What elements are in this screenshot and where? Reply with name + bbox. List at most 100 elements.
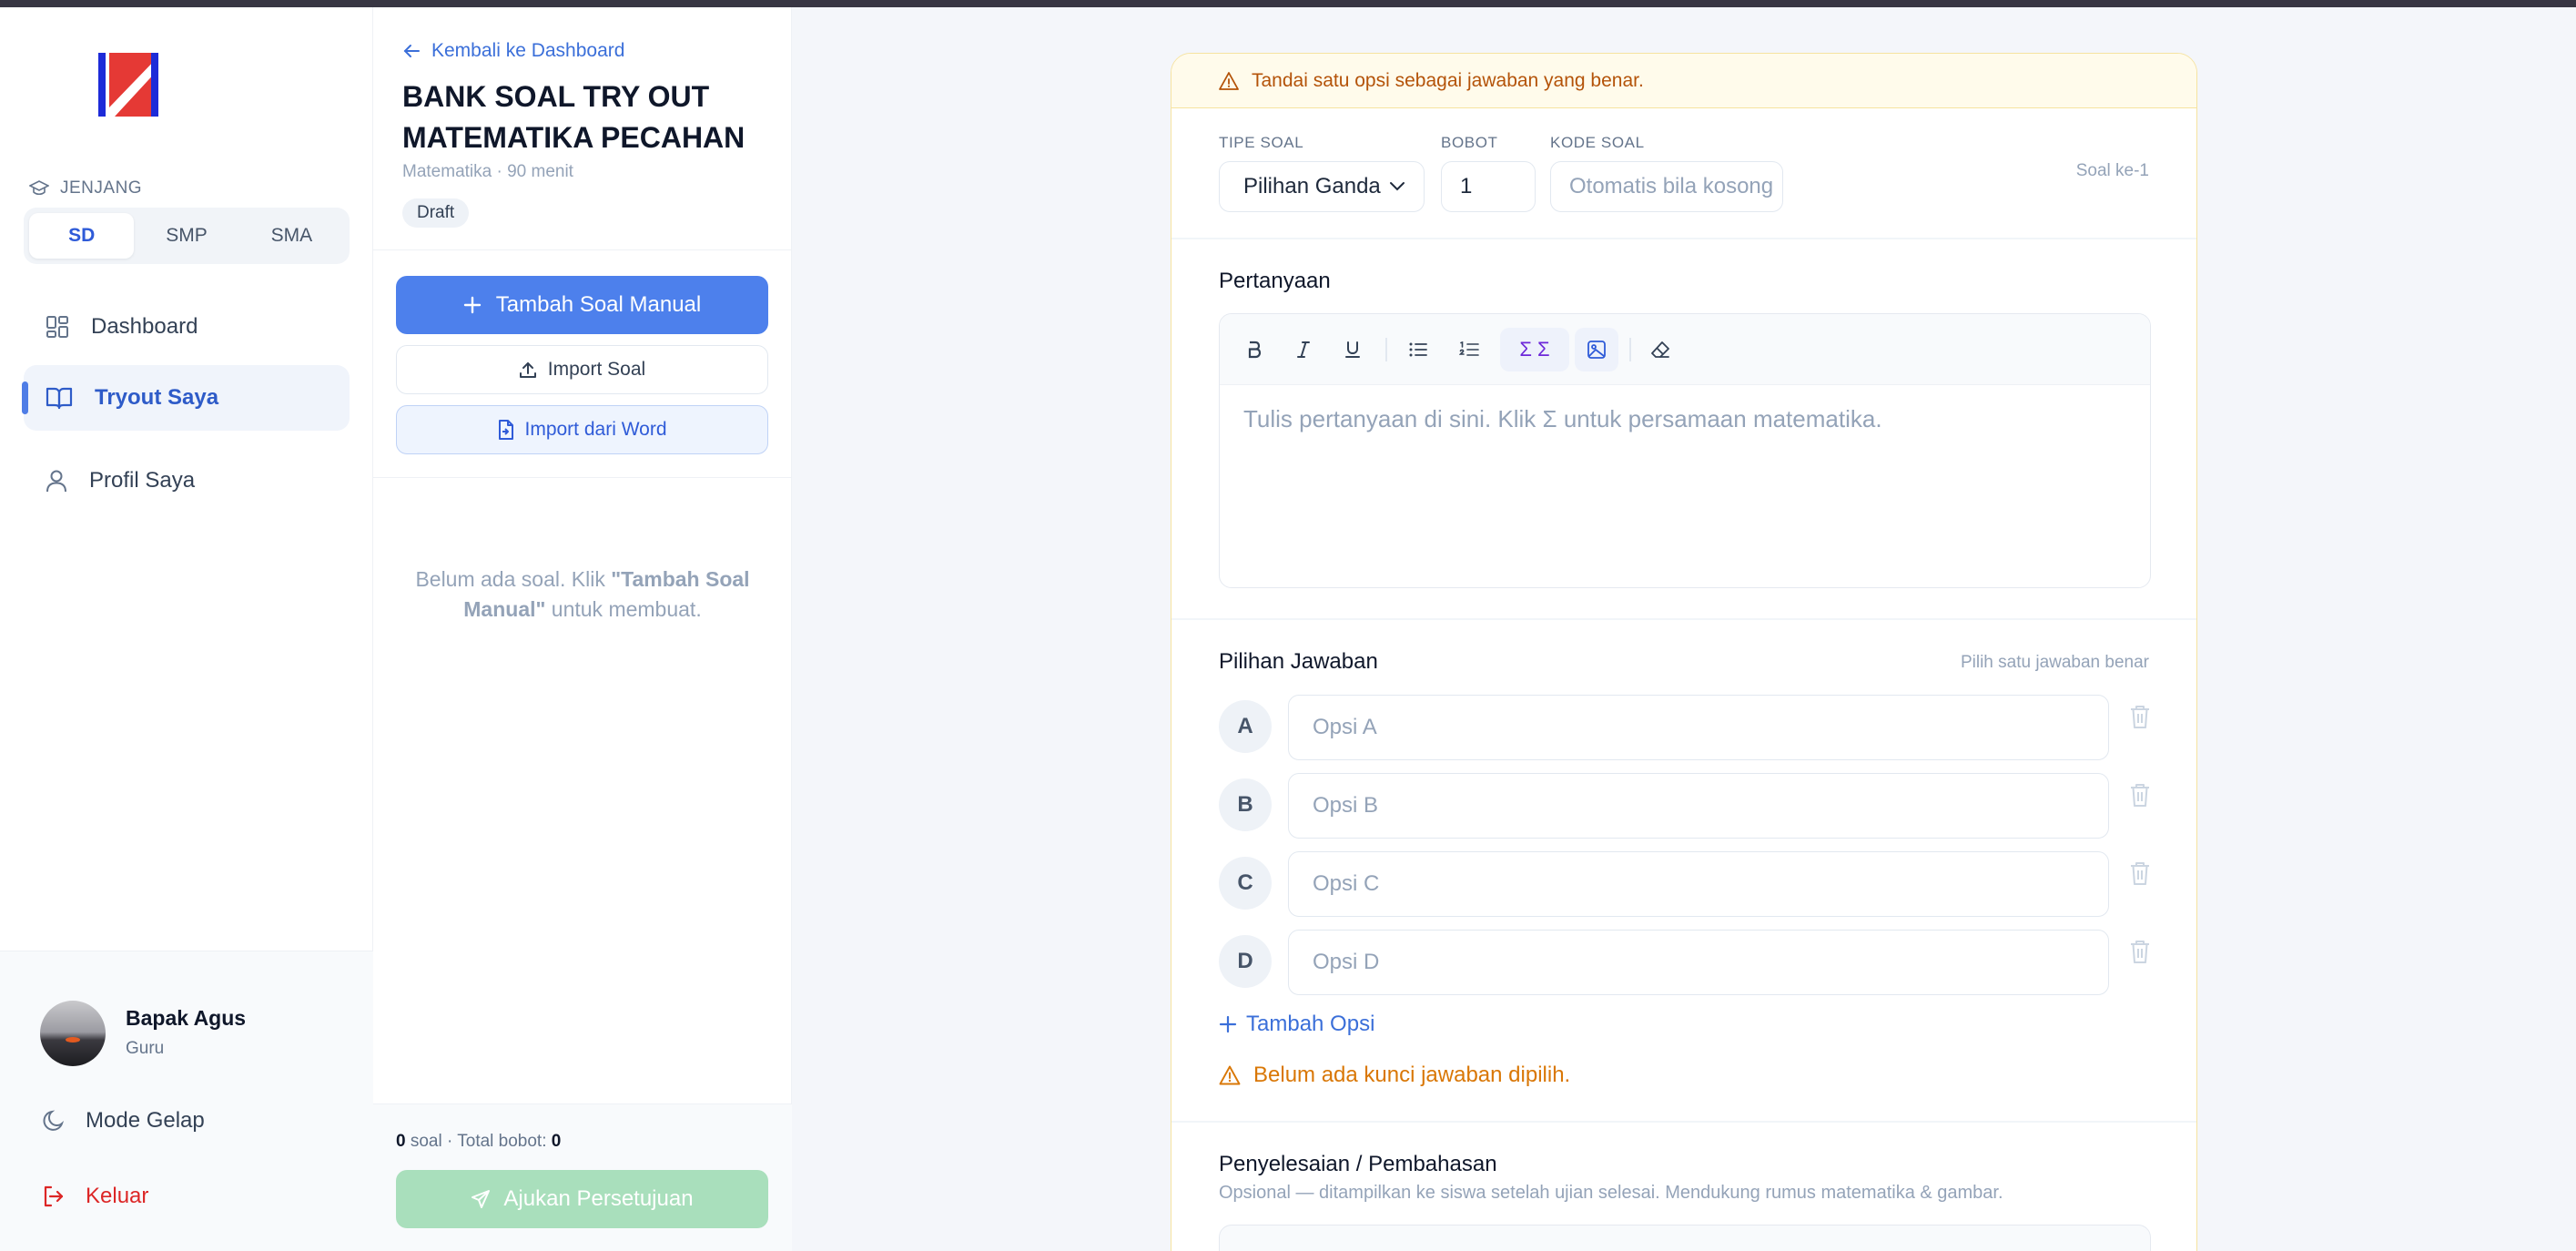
- option-input[interactable]: Opsi C: [1288, 851, 2109, 917]
- bullet-list-button[interactable]: [1396, 328, 1440, 371]
- warning-icon: [1219, 71, 1239, 90]
- avatar[interactable]: [40, 1001, 106, 1066]
- warning-icon: [1219, 1065, 1241, 1085]
- import-label: Import Soal: [547, 359, 646, 380]
- question-editor: Σ Σ Tulis pertanyaan di sini. Klik Σ unt…: [1219, 313, 2151, 588]
- insert-image-button[interactable]: [1575, 328, 1618, 371]
- jenjang-label-text: JENJANG: [60, 178, 143, 198]
- back-to-dashboard-link[interactable]: Kembali ke Dashboard: [402, 40, 624, 62]
- upload-icon: [519, 362, 536, 378]
- user-icon: [46, 470, 66, 493]
- question-code-input[interactable]: Otomatis bila kosong: [1550, 161, 1783, 212]
- image-icon: [1587, 341, 1606, 359]
- add-option-button[interactable]: Tambah Opsi: [1219, 1012, 1374, 1037]
- grid-icon: [46, 316, 68, 338]
- option-correct-selector[interactable]: A: [1219, 700, 1272, 753]
- nav-item-dashboard[interactable]: Dashboard: [24, 294, 350, 360]
- option-input[interactable]: Opsi B: [1288, 773, 2109, 839]
- no-answer-warning-text: Belum ada kunci jawaban dipilih.: [1253, 1063, 1571, 1087]
- answer-alert: Tandai satu opsi sebagai jawaban yang be…: [1171, 54, 2196, 108]
- question-section-title: Pertanyaan: [1219, 269, 1331, 293]
- add-manual-question-button[interactable]: Tambah Soal Manual: [396, 276, 768, 334]
- arrow-left-icon: [403, 45, 420, 57]
- divider: [1171, 618, 2196, 620]
- option-correct-selector[interactable]: C: [1219, 857, 1272, 910]
- trash-icon[interactable]: [2129, 704, 2151, 729]
- level-smp-button[interactable]: SMP: [134, 213, 238, 259]
- bold-icon: [1248, 341, 1262, 359]
- numbered-list-icon: [1459, 341, 1479, 356]
- solution-section-title: Penyelesaian / Pembahasan: [1219, 1152, 1497, 1176]
- answer-option-row: A Opsi A: [1219, 695, 2184, 760]
- bold-button[interactable]: [1232, 328, 1276, 371]
- eraser-icon: [1651, 341, 1669, 358]
- trash-icon[interactable]: [2129, 860, 2151, 886]
- underline-button[interactable]: [1331, 328, 1374, 371]
- logout-button[interactable]: Keluar: [42, 1184, 148, 1209]
- panel-footer: 0 soal · Total bobot: 0 Ajukan Persetuju…: [373, 1104, 792, 1251]
- clear-format-button[interactable]: [1638, 328, 1682, 371]
- book-open-icon: [46, 387, 73, 410]
- submit-approval-button[interactable]: Ajukan Persetujuan: [396, 1170, 768, 1228]
- trash-icon[interactable]: [2129, 939, 2151, 964]
- weight-input[interactable]: 1: [1441, 161, 1536, 212]
- question-type-value: Pilihan Ganda: [1243, 174, 1381, 198]
- plus-icon: [1219, 1015, 1237, 1033]
- italic-button[interactable]: [1282, 328, 1325, 371]
- import-word-label: Import dari Word: [524, 419, 667, 440]
- question-text-area[interactable]: Tulis pertanyaan di sini. Klik Σ untuk p…: [1243, 405, 1882, 433]
- sidebar: JENJANG SD SMP SMA Dashboard Tryout Saya…: [0, 7, 373, 1251]
- divider: [1171, 238, 2196, 239]
- toolbar-separator: [1629, 338, 1631, 361]
- question-list-panel: Kembali ke Dashboard BANK SOAL TRY OUT M…: [373, 7, 792, 1251]
- dark-mode-toggle[interactable]: Mode Gelap: [42, 1108, 205, 1134]
- question-editor-card: Tandai satu opsi sebagai jawaban yang be…: [1171, 53, 2197, 1251]
- bullet-list-icon: [1409, 342, 1427, 357]
- answer-option-row: D Opsi D: [1219, 930, 2184, 995]
- empty-state-text: Belum ada soal. Klik "Tambah Soal Manual…: [410, 564, 756, 625]
- exam-meta: Matematika · 90 menit: [402, 162, 573, 181]
- solution-editor[interactable]: [1219, 1225, 2151, 1251]
- import-question-button[interactable]: Import Soal: [396, 345, 768, 394]
- question-type-select[interactable]: Pilihan Ganda: [1219, 161, 1425, 212]
- solution-subtitle: Opsional — ditampilkan ke siswa setelah …: [1219, 1183, 2003, 1203]
- plus-icon: [463, 296, 481, 314]
- type-label: TIPE SOAL: [1219, 134, 1304, 151]
- math-equation-button[interactable]: Σ Σ: [1500, 328, 1569, 371]
- nav-item-tryout[interactable]: Tryout Saya: [22, 365, 350, 431]
- total-weight: 0: [551, 1132, 562, 1151]
- app-logo[interactable]: [98, 53, 158, 117]
- question-count: 0: [396, 1132, 406, 1151]
- level-sma-button[interactable]: SMA: [239, 213, 344, 259]
- option-input[interactable]: Opsi A: [1288, 695, 2109, 760]
- math-sigma-icon: Σ Σ: [1519, 338, 1550, 361]
- trash-icon[interactable]: [2129, 782, 2151, 808]
- toolbar-separator: [1385, 338, 1387, 361]
- import-word-button[interactable]: Import dari Word: [396, 405, 768, 454]
- nav-label-tryout: Tryout Saya: [95, 385, 219, 410]
- no-answer-warning: Belum ada kunci jawaban dipilih.: [1219, 1063, 1570, 1088]
- user-name: Bapak Agus: [126, 1006, 247, 1030]
- numbered-list-button[interactable]: [1447, 328, 1491, 371]
- level-sd-button[interactable]: SD: [29, 213, 135, 259]
- option-input[interactable]: Opsi D: [1288, 930, 2109, 995]
- moon-icon: [43, 1110, 65, 1131]
- option-correct-selector[interactable]: D: [1219, 935, 1272, 988]
- file-import-icon: [498, 420, 513, 440]
- divider: [1171, 1121, 2196, 1123]
- option-correct-selector[interactable]: B: [1219, 778, 1272, 831]
- dark-mode-label: Mode Gelap: [86, 1108, 205, 1133]
- answer-option-row: B Opsi B: [1219, 773, 2184, 839]
- status-badge: Draft: [402, 198, 470, 228]
- divider: [373, 249, 792, 250]
- empty-suffix: untuk membuat.: [545, 597, 702, 621]
- nav-label-dashboard: Dashboard: [91, 314, 198, 339]
- answer-option-row: C Opsi C: [1219, 851, 2184, 917]
- italic-icon: [1297, 341, 1310, 358]
- weight-label: BOBOT: [1441, 134, 1498, 151]
- chevron-down-icon: [1390, 182, 1405, 191]
- nav-label-profil: Profil Saya: [89, 468, 196, 493]
- underline-icon: [1345, 341, 1360, 358]
- window-top-bar: [0, 0, 2576, 7]
- nav-item-profil[interactable]: Profil Saya: [24, 448, 350, 514]
